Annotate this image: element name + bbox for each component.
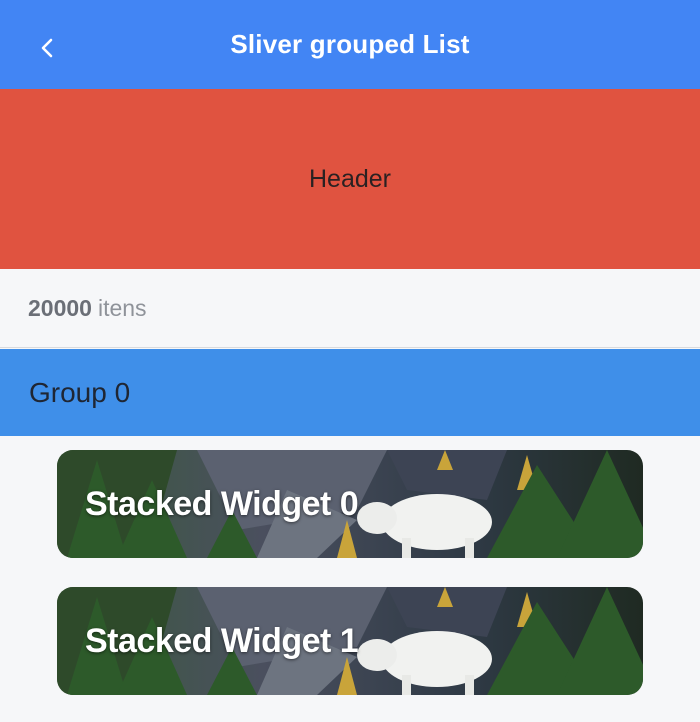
header-block: Header bbox=[0, 89, 700, 269]
list-item[interactable]: Stacked Widget 1 bbox=[57, 587, 643, 695]
item-count-bar: 20000 itens bbox=[0, 269, 700, 348]
group-header: Group 0 bbox=[0, 349, 700, 436]
header-label: Header bbox=[309, 164, 391, 193]
chevron-left-icon bbox=[41, 38, 53, 58]
page-title: Sliver grouped List bbox=[230, 29, 470, 59]
card-title: Stacked Widget 0 bbox=[85, 484, 359, 523]
group-title: Group 0 bbox=[29, 376, 131, 408]
app-bar: Sliver grouped List bbox=[0, 0, 700, 89]
card-title: Stacked Widget 1 bbox=[85, 621, 359, 660]
item-count-number: 20000 bbox=[28, 294, 92, 321]
item-count-unit: itens bbox=[97, 294, 147, 321]
back-button[interactable] bbox=[24, 24, 72, 72]
list-item[interactable]: Stacked Widget 0 bbox=[57, 450, 643, 558]
